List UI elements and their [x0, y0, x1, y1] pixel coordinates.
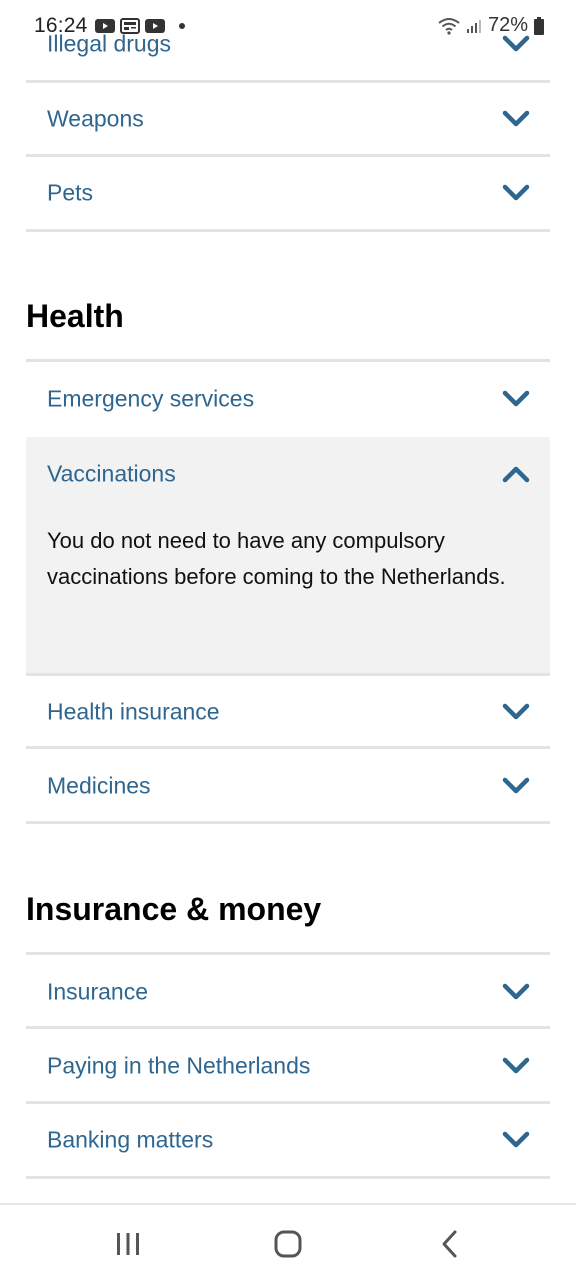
notification-icons: [95, 16, 185, 36]
accordion-item-insurance[interactable]: Insurance: [26, 955, 550, 1029]
accordion-item-weapons[interactable]: Weapons: [26, 82, 550, 156]
accordion-item-medicines[interactable]: Medicines: [26, 749, 550, 823]
news-icon: [120, 18, 140, 34]
divider: [26, 1176, 550, 1179]
youtube-icon: [95, 19, 115, 33]
chevron-down-icon: [502, 390, 530, 407]
section-heading-insurance-money: Insurance & money: [26, 891, 322, 927]
accordion-label: Weapons: [47, 105, 144, 132]
wifi-icon: [438, 17, 460, 35]
system-nav-bar: [0, 1203, 576, 1280]
chevron-down-icon: [502, 703, 530, 720]
accordion-label: Insurance: [47, 978, 149, 1005]
more-notifications-dot: [179, 23, 185, 29]
accordion-label: Vaccinations: [47, 460, 176, 487]
youtube-icon: [145, 19, 165, 33]
chevron-down-icon: [502, 1057, 530, 1074]
back-icon[interactable]: [430, 1225, 470, 1263]
status-bar: 16:24 72%: [0, 0, 576, 50]
accordion-body-text: You do not need to have any compulsory v…: [47, 528, 506, 589]
divider: [26, 229, 550, 232]
accordion-label: Medicines: [47, 772, 151, 799]
accordion-item-paying-in-the-netherlands[interactable]: Paying in the Netherlands: [26, 1029, 550, 1103]
divider: [26, 821, 550, 824]
accordion-item-banking-matters[interactable]: Banking matters: [26, 1103, 550, 1177]
battery-icon: [534, 16, 544, 35]
home-icon[interactable]: [268, 1225, 308, 1263]
section-heading-health: Health: [26, 298, 124, 334]
accordion-header-vaccinations[interactable]: Vaccinations: [26, 437, 550, 511]
chevron-down-icon: [502, 110, 530, 127]
chevron-down-icon: [502, 184, 530, 201]
status-time: 16:24: [34, 14, 88, 37]
accordion-label: Health insurance: [47, 698, 220, 725]
signal-icon: [466, 19, 481, 33]
recent-apps-icon[interactable]: [108, 1225, 148, 1263]
accordion-label: Emergency services: [47, 385, 255, 412]
accordion-label: Pets: [47, 179, 94, 206]
accordion-label: Paying in the Netherlands: [47, 1052, 311, 1079]
battery-percent: 72%: [487, 14, 528, 36]
chevron-up-icon: [502, 466, 530, 483]
accordion-item-emergency-services[interactable]: Emergency services: [26, 362, 550, 436]
accordion-item-health-insurance[interactable]: Health insurance: [26, 675, 550, 749]
accordion-item-vaccinations: Vaccinations You do not need to have any…: [26, 437, 550, 673]
chevron-down-icon: [502, 983, 530, 1000]
accordion-label: Banking matters: [47, 1126, 214, 1153]
accordion-item-pets[interactable]: Pets: [26, 156, 550, 230]
chevron-down-icon: [502, 1131, 530, 1148]
chevron-down-icon: [502, 777, 530, 794]
